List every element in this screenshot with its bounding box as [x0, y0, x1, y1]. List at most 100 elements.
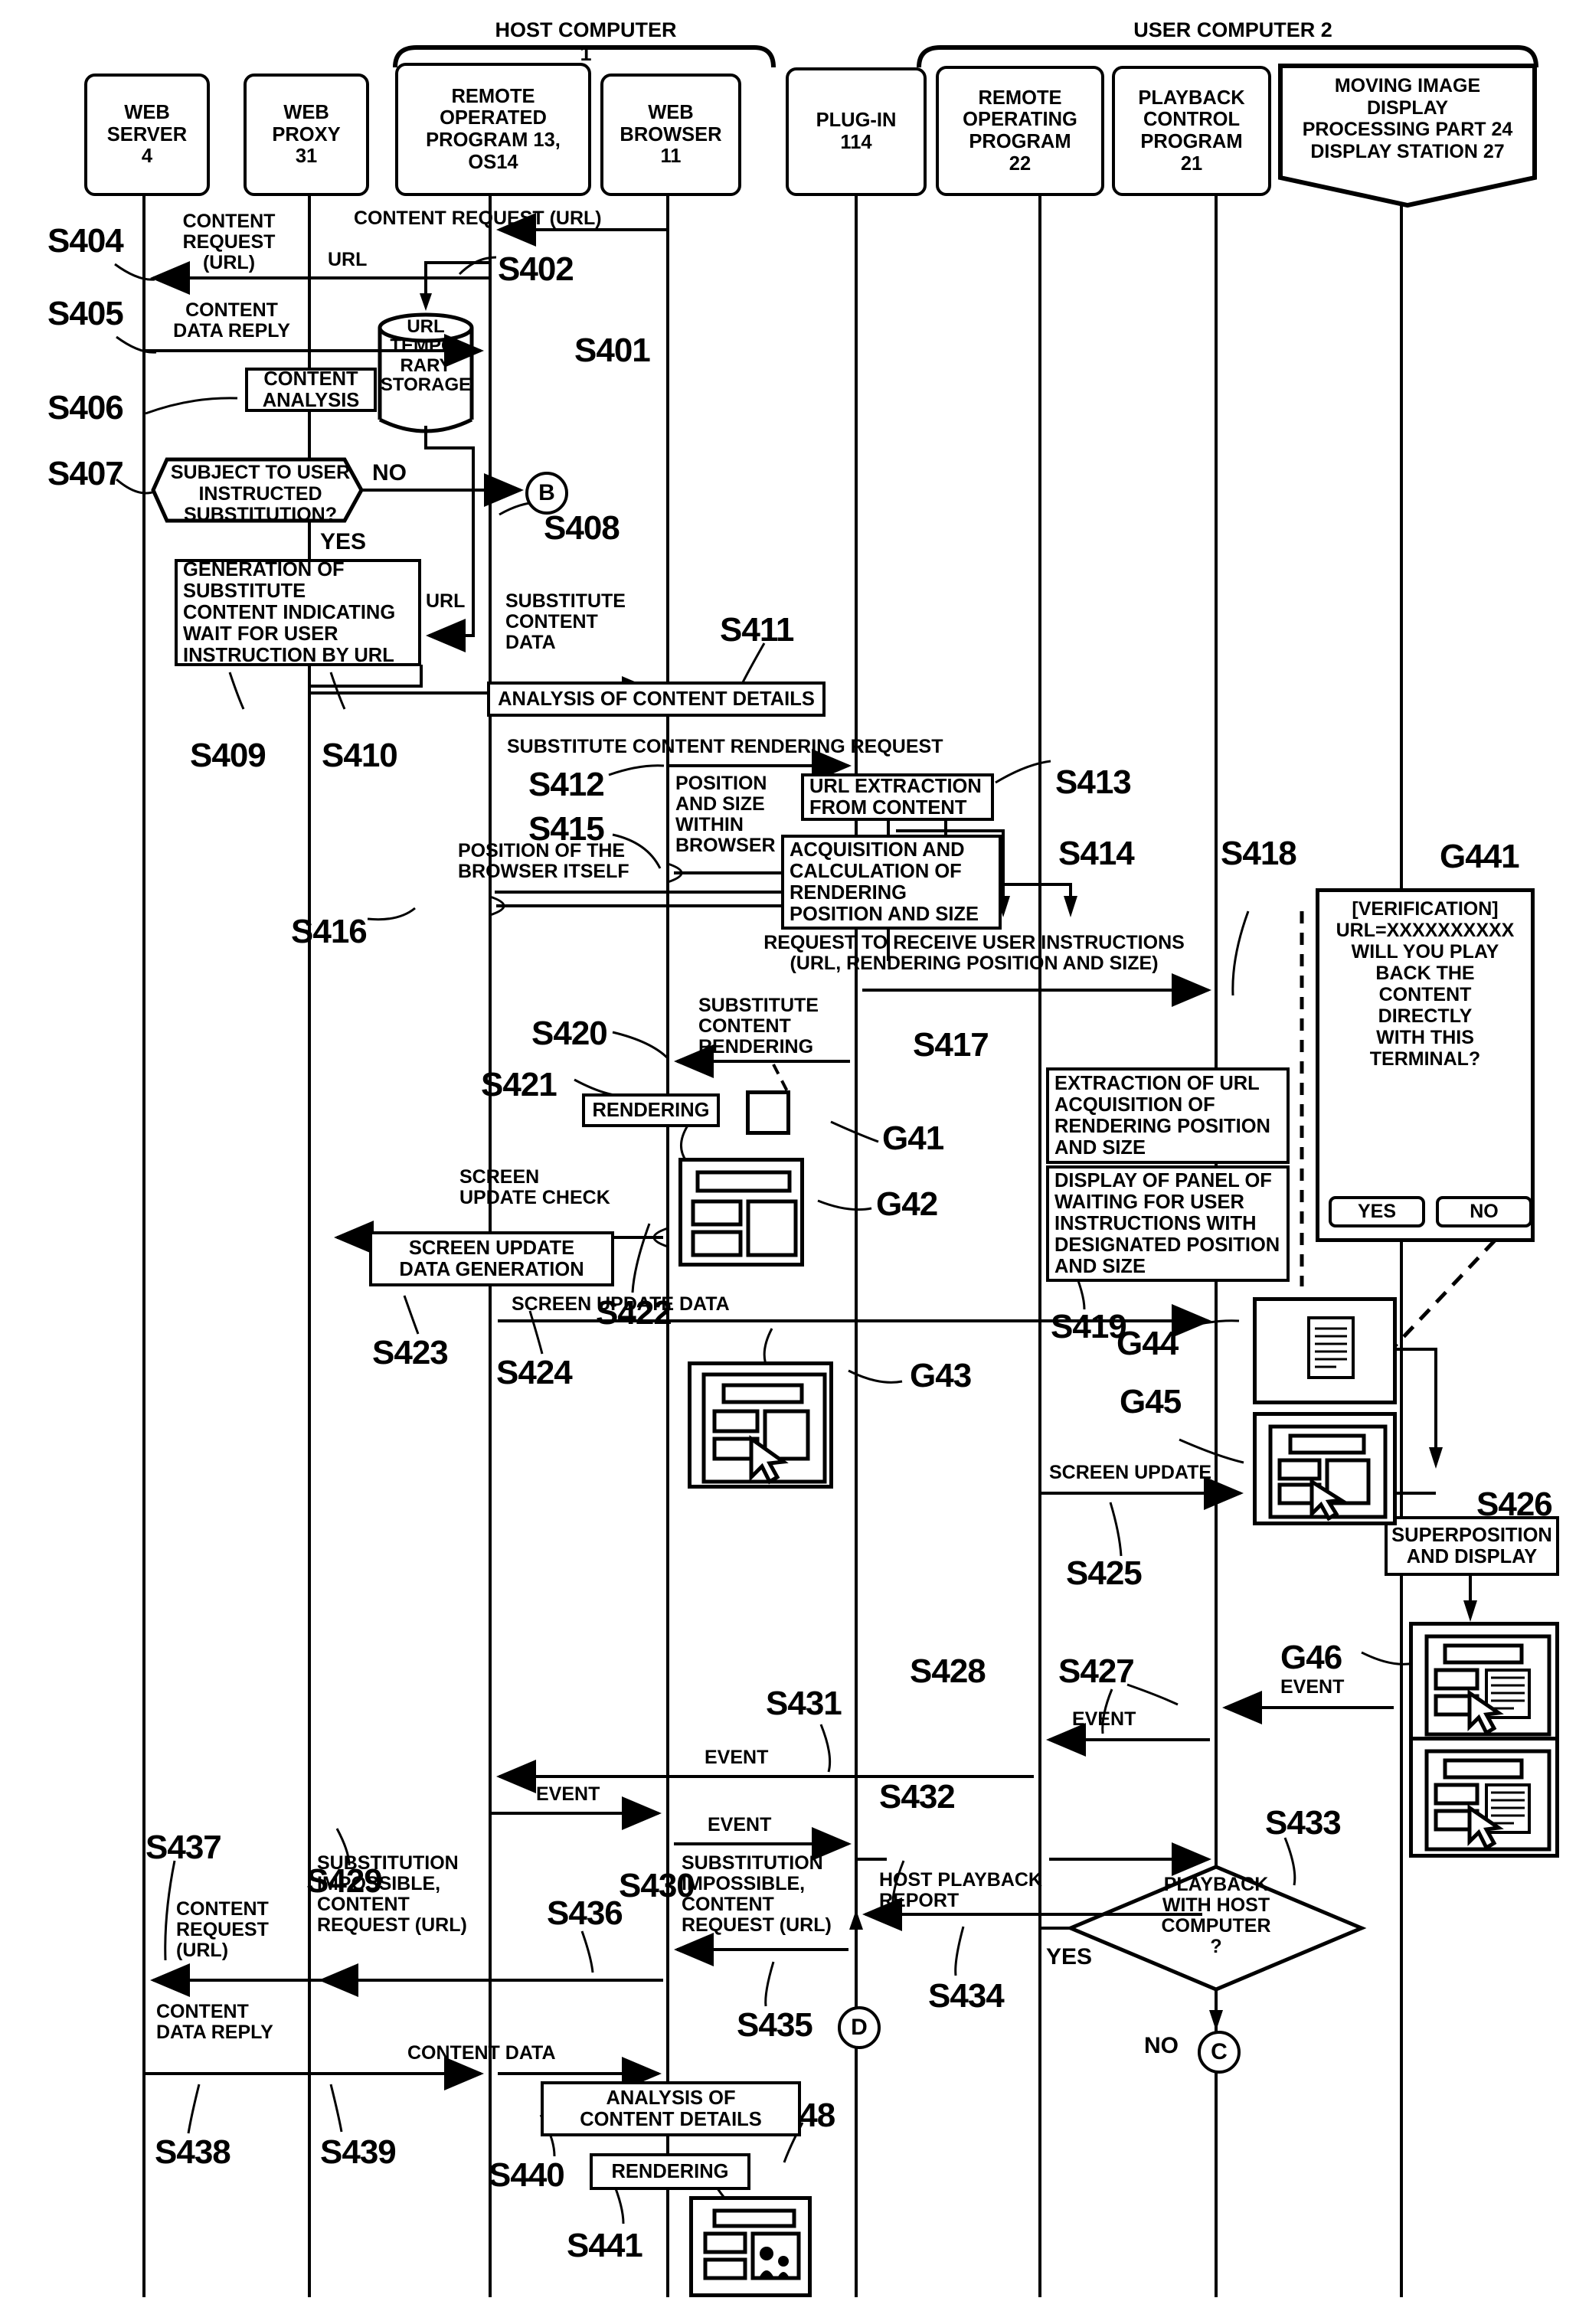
verification-title: [VERIFICATION]	[1352, 898, 1499, 920]
process-display-panel-waiting: DISPLAY OF PANEL OF WAITING FOR USER INS…	[1046, 1165, 1290, 1282]
process-analysis-content-details-2: ANALYSIS OF CONTENT DETAILS	[541, 2081, 801, 2136]
msg-event-1: EVENT	[536, 1783, 600, 1805]
wireframe-cursor-icon	[701, 1372, 827, 1485]
msg-position-browser-itself: POSITION OF THE BROWSER ITSELF	[458, 840, 629, 882]
thumbnail-G46-composited-window	[1409, 1622, 1559, 1743]
actor-plug-in-l2: 114	[840, 132, 872, 153]
step-label-S434: S434	[928, 1977, 1005, 2015]
step-label-S416: S416	[291, 913, 368, 950]
process-rendering-2: RENDERING	[590, 2153, 750, 2190]
graphic-ref-G42: G42	[876, 1185, 938, 1223]
step-label-S423: S423	[372, 1334, 449, 1371]
step-label-S432: S432	[879, 1778, 956, 1816]
step-label-S435: S435	[737, 2006, 813, 2044]
connector-D: D	[838, 2006, 881, 2049]
connector-B: B	[525, 472, 568, 515]
msg-substitute-content-data: SUBSTITUTE CONTENT DATA	[505, 590, 626, 653]
graphic-ref-G43: G43	[910, 1357, 972, 1394]
actor-web-browser-l3: 11	[660, 145, 682, 168]
msg-host-playback-report: HOST PLAYBACK REPORT	[879, 1869, 1042, 1911]
actor-rop-l2: OPERATED	[440, 107, 547, 129]
step-label-S425: S425	[1066, 1554, 1143, 1592]
actor-web-server[interactable]: WEB SERVER 4	[84, 74, 210, 196]
step-label-S421: S421	[481, 1066, 557, 1103]
step-label-S417: S417	[913, 1026, 989, 1064]
process-generation-substitute-content: GENERATION OF SUBSTITUTE CONTENT INDICAT…	[175, 559, 421, 666]
actor-rop-l1: REMOTE	[451, 85, 535, 107]
step-label-S410: S410	[322, 737, 398, 774]
document-icon	[1307, 1316, 1355, 1379]
step-label-S401: S401	[574, 332, 651, 369]
connector-C: C	[1198, 2031, 1241, 2074]
process-extraction-url-acquisition: EXTRACTION OF URL ACQUISITION OF RENDERI…	[1046, 1067, 1290, 1164]
graphic-ref-G46: G46	[1280, 1639, 1342, 1676]
group-label-host-computer: HOST COMPUTER 1	[495, 18, 677, 65]
thumbnail-G48-window-with-image	[689, 2196, 812, 2297]
actor-web-browser-l2: BROWSER	[620, 123, 722, 145]
actor-web-proxy-l3: 31	[295, 145, 318, 168]
msg-screen-update: SCREEN UPDATE	[1049, 1462, 1212, 1483]
actor-rop-l3: PROGRAM 13,	[426, 129, 561, 151]
msg-event-4: EVENT	[1072, 1708, 1136, 1730]
msg-request-receive-user-instructions: REQUEST TO RECEIVE USER INSTRUCTIONS (UR…	[763, 932, 1185, 974]
verification-l2: BACK THE	[1375, 963, 1475, 984]
actor-pcp-l2: CONTROL	[1143, 109, 1241, 131]
step-label-S441: S441	[567, 2227, 643, 2264]
actor-web-proxy[interactable]: WEB PROXY 31	[244, 74, 369, 196]
verification-no-button[interactable]: NO	[1436, 1196, 1532, 1227]
actor-rpg-l3: PROGRAM	[969, 131, 1071, 152]
process-content-analysis: CONTENT ANALYSIS	[245, 368, 377, 412]
actor-web-server-l1: WEB	[124, 102, 170, 124]
process-url-extraction-from-content: URL EXTRACTION FROM CONTENT	[801, 773, 994, 821]
actor-playback-control-program[interactable]: PLAYBACK CONTROL PROGRAM 21	[1112, 66, 1271, 196]
decision-playback-with-host-computer: PLAYBACK WITH HOST COMPUTER ?	[1161, 1874, 1271, 1957]
url-temporary-storage-label: URL TEMPO- RARY STORAGE	[380, 316, 472, 396]
label-yes-1: YES	[320, 529, 367, 554]
thumbnail-G44-document-panel	[1253, 1297, 1397, 1404]
step-label-S414: S414	[1058, 835, 1135, 872]
step-label-S405: S405	[47, 295, 124, 332]
step-label-S418: S418	[1221, 835, 1297, 872]
actor-plug-in[interactable]: PLUG-IN 114	[786, 67, 927, 196]
step-label-S409: S409	[190, 737, 266, 774]
msg-substitute-content-rendering: SUBSTITUTE CONTENT RENDERING	[698, 995, 819, 1057]
actor-remote-operated-program[interactable]: REMOTE OPERATED PROGRAM 13, OS14	[395, 63, 591, 196]
process-superposition-and-display: SUPERPOSITION AND DISPLAY	[1385, 1516, 1559, 1576]
verification-l1: WILL YOU PLAY	[1351, 941, 1499, 963]
step-label-S404: S404	[47, 222, 124, 260]
verification-yes-button[interactable]: YES	[1329, 1196, 1425, 1227]
graphic-ref-G441: G441	[1440, 838, 1520, 875]
graphic-ref-G44: G44	[1117, 1325, 1179, 1362]
step-label-S406: S406	[47, 389, 124, 427]
actor-rpg-l1: REMOTE	[978, 87, 1062, 109]
actor-remote-operating-program[interactable]: REMOTE OPERATING PROGRAM 22	[936, 66, 1104, 196]
msg-event-3: EVENT	[705, 1747, 769, 1768]
msg-content-request-url-3: CONTENT REQUEST (URL)	[176, 1898, 269, 1961]
label-yes-2: YES	[1046, 1944, 1093, 1969]
step-label-S413: S413	[1055, 763, 1132, 801]
msg-subst-impossible-left: SUBSTITUTION IMPOSSIBLE, CONTENT REQUEST…	[317, 1852, 467, 1936]
step-label-S420: S420	[531, 1015, 608, 1052]
msg-url-2: URL	[426, 590, 466, 612]
msg-content-data-reply-2: CONTENT DATA REPLY	[156, 2001, 273, 2043]
step-label-S431: S431	[766, 1685, 842, 1722]
msg-position-size-within-browser: POSITION AND SIZE WITHIN BROWSER	[675, 773, 776, 856]
msg-content-data: CONTENT DATA	[407, 2042, 556, 2064]
actor-rpg-l4: 22	[1009, 152, 1032, 175]
group-label-user-computer: USER COMPUTER 2	[1133, 18, 1332, 41]
actor-web-browser-l1: WEB	[648, 102, 694, 124]
step-label-S436: S436	[547, 1894, 623, 1932]
actor-rpg-l2: OPERATING	[963, 109, 1077, 131]
msg-content-request-url-2: CONTENT REQUEST (URL)	[354, 208, 602, 229]
verification-url: URL=XXXXXXXXXX	[1336, 920, 1515, 941]
process-acquisition-calculation-rendering: ACQUISITION AND CALCULATION OF RENDERING…	[781, 835, 1002, 930]
verification-dialog-panel[interactable]: [VERIFICATION] URL=XXXXXXXXXX WILL YOU P…	[1316, 888, 1535, 1242]
actor-plug-in-l1: PLUG-IN	[816, 109, 897, 132]
actor-moving-image-display[interactable]: MOVING IMAGE DISPLAY PROCESSING PART 24 …	[1277, 63, 1538, 208]
step-label-S440: S440	[489, 2156, 565, 2194]
msg-event-5: EVENT	[1280, 1676, 1345, 1698]
process-screen-update-data-generation: SCREEN UPDATE DATA GENERATION	[369, 1231, 614, 1286]
actor-mid-l1: MOVING IMAGE	[1334, 75, 1481, 96]
actor-web-browser[interactable]: WEB BROWSER 11	[600, 74, 741, 196]
thumbnail-G42-browser-window	[678, 1158, 804, 1267]
